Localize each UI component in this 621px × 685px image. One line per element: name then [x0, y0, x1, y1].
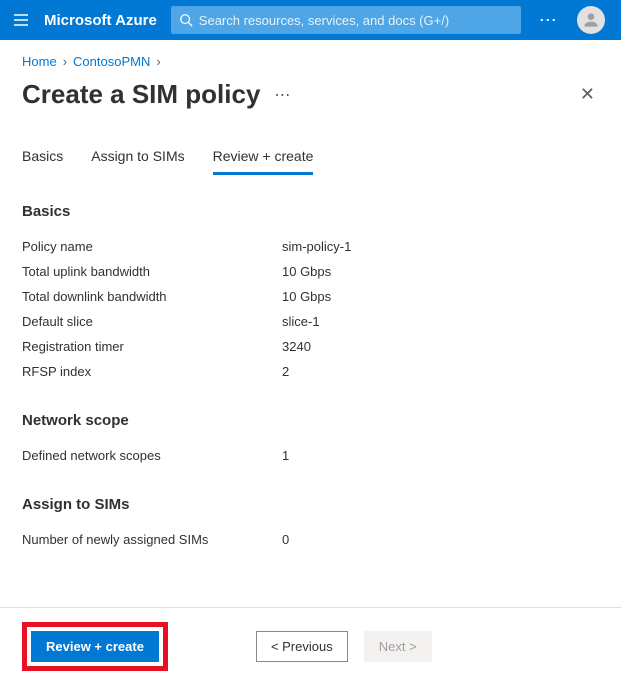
field-label: Default slice — [22, 314, 282, 329]
field-label: Total downlink bandwidth — [22, 289, 282, 304]
search-box[interactable] — [171, 6, 521, 34]
review-row: Registration timer3240 — [22, 334, 599, 359]
field-value: slice-1 — [282, 314, 320, 329]
field-label: Total uplink bandwidth — [22, 264, 282, 279]
field-value: 2 — [282, 364, 289, 379]
menu-icon[interactable] — [12, 11, 30, 29]
next-button: Next > — [364, 631, 432, 662]
search-icon — [179, 13, 193, 27]
field-label: RFSP index — [22, 364, 282, 379]
breadcrumb: Home › ContosoPMN › — [22, 54, 599, 69]
review-row: RFSP index2 — [22, 359, 599, 384]
top-nav: Microsoft Azure ⋯ — [0, 0, 621, 40]
close-icon[interactable]: ✕ — [576, 80, 599, 109]
field-value: 3240 — [282, 339, 311, 354]
tab-review-create[interactable]: Review + create — [213, 148, 314, 175]
tabs: Basics Assign to SIMs Review + create — [22, 148, 599, 175]
field-value: 1 — [282, 448, 289, 463]
section-basics: Basics Policy namesim-policy-1 Total upl… — [22, 203, 599, 384]
chevron-right-icon: › — [156, 54, 160, 69]
field-label: Defined network scopes — [22, 448, 282, 463]
more-icon[interactable]: ⋯ — [535, 10, 563, 31]
brand-label: Microsoft Azure — [44, 12, 157, 29]
section-heading: Assign to SIMs — [22, 496, 599, 513]
field-label: Number of newly assigned SIMs — [22, 532, 282, 547]
review-row: Total uplink bandwidth10 Gbps — [22, 259, 599, 284]
highlight-annotation: Review + create — [22, 622, 168, 671]
field-value: 0 — [282, 532, 289, 547]
review-row: Number of newly assigned SIMs0 — [22, 527, 599, 552]
field-label: Policy name — [22, 239, 282, 254]
breadcrumb-resource[interactable]: ContosoPMN — [73, 54, 150, 69]
chevron-right-icon: › — [63, 54, 67, 69]
section-network-scope: Network scope Defined network scopes1 — [22, 412, 599, 468]
title-more-icon[interactable]: ⋯ — [274, 85, 292, 105]
section-heading: Network scope — [22, 412, 599, 429]
page-title: Create a SIM policy — [22, 79, 260, 110]
field-value: 10 Gbps — [282, 289, 331, 304]
breadcrumb-home[interactable]: Home — [22, 54, 57, 69]
review-row: Policy namesim-policy-1 — [22, 234, 599, 259]
review-row: Total downlink bandwidth10 Gbps — [22, 284, 599, 309]
search-input[interactable] — [199, 13, 513, 28]
review-row: Default sliceslice-1 — [22, 309, 599, 334]
avatar[interactable] — [577, 6, 605, 34]
previous-button[interactable]: < Previous — [256, 631, 348, 662]
person-icon — [581, 10, 601, 30]
field-value: sim-policy-1 — [282, 239, 351, 254]
tab-assign[interactable]: Assign to SIMs — [91, 148, 184, 175]
tab-basics[interactable]: Basics — [22, 148, 63, 175]
review-row: Defined network scopes1 — [22, 443, 599, 468]
section-heading: Basics — [22, 203, 599, 220]
section-assign-sims: Assign to SIMs Number of newly assigned … — [22, 496, 599, 552]
review-create-button[interactable]: Review + create — [31, 631, 159, 662]
footer-bar: Review + create < Previous Next > — [0, 607, 621, 685]
field-label: Registration timer — [22, 339, 282, 354]
field-value: 10 Gbps — [282, 264, 331, 279]
